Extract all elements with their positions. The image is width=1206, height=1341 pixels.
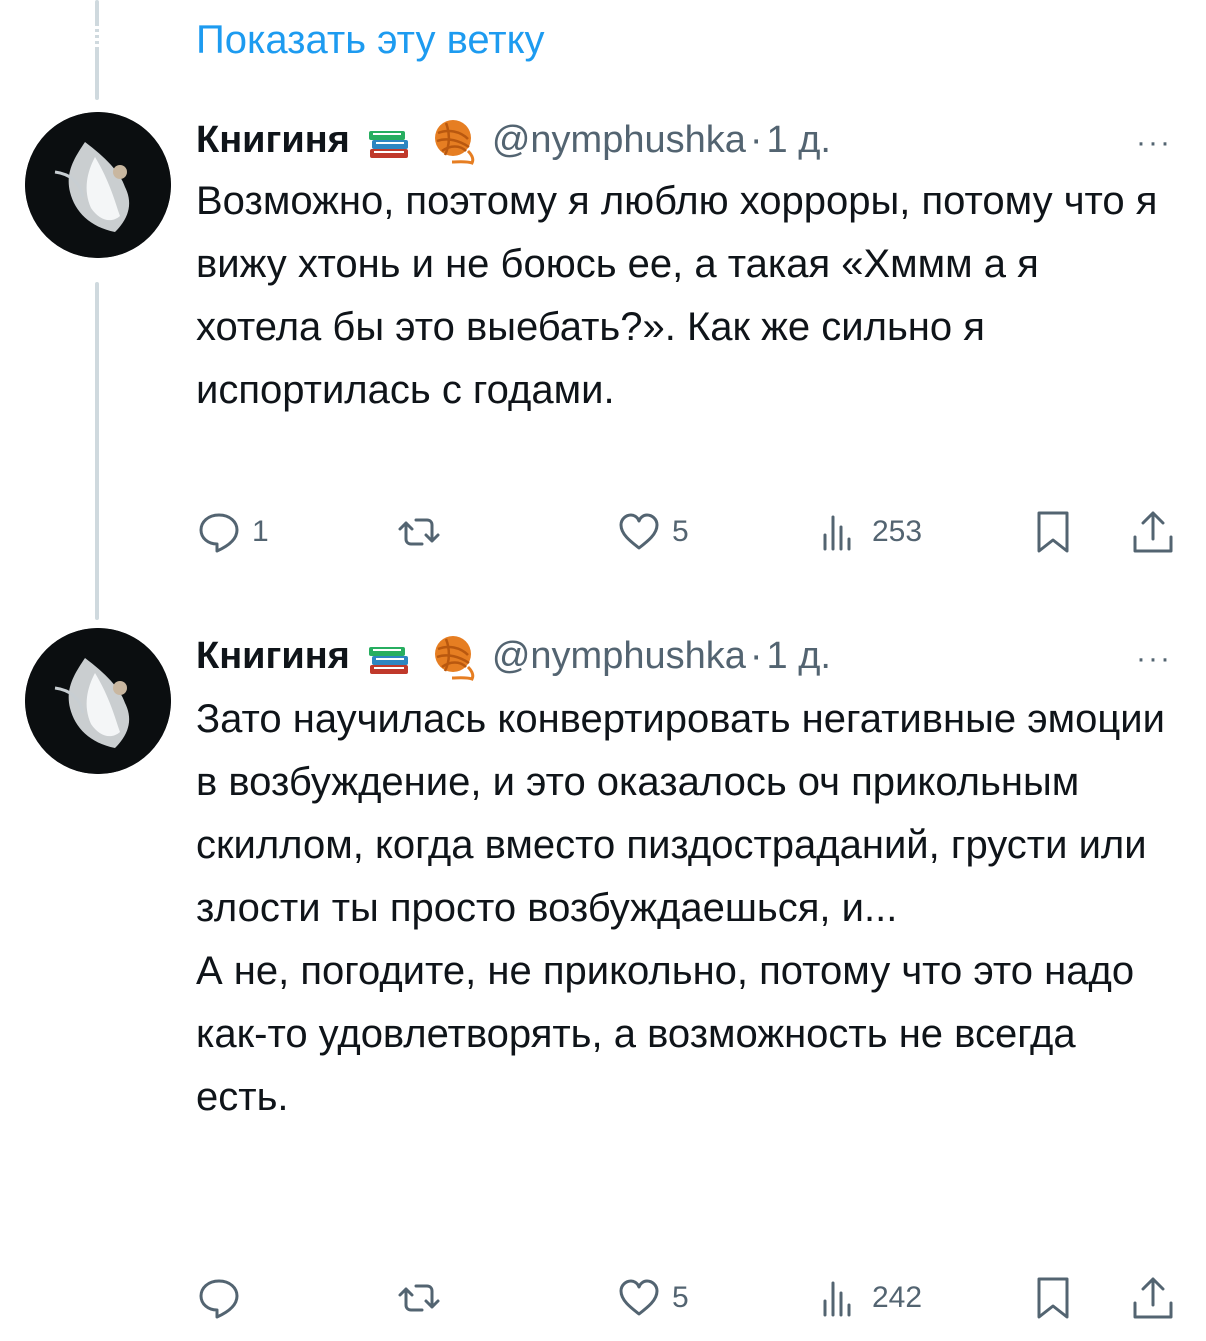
yarn-emoji xyxy=(428,115,478,165)
reply-button[interactable] xyxy=(196,1268,252,1328)
books-emoji xyxy=(364,115,414,165)
more-options-icon[interactable]: ··· xyxy=(1136,126,1172,160)
retweet-button[interactable] xyxy=(396,1268,452,1328)
separator: · xyxy=(749,634,763,677)
tweet-actions: 1 5 253 xyxy=(196,502,1176,562)
thread-connector-line xyxy=(95,0,99,100)
tweet-actions: 5 242 xyxy=(196,1268,1176,1328)
author-name[interactable]: Книгиня xyxy=(196,119,350,162)
bookmark-button[interactable] xyxy=(1030,1268,1076,1328)
heart-icon xyxy=(619,1279,659,1316)
share-icon xyxy=(1133,1277,1173,1319)
avatar[interactable] xyxy=(25,112,171,258)
views-button[interactable]: 242 xyxy=(816,1268,922,1328)
author-handle[interactable]: @nymphushka xyxy=(492,119,746,162)
reply-icon xyxy=(199,1279,239,1319)
bookmark-button[interactable] xyxy=(1030,502,1076,562)
share-button[interactable] xyxy=(1130,502,1176,562)
like-count: 5 xyxy=(672,515,689,548)
author-handle[interactable]: @nymphushka xyxy=(492,635,746,678)
books-emoji xyxy=(364,631,414,681)
thread-gap-dots xyxy=(95,26,99,50)
avatar[interactable] xyxy=(25,628,171,774)
reply-icon xyxy=(199,513,239,553)
avatar-image xyxy=(25,628,171,774)
reply-count: 1 xyxy=(252,515,269,548)
share-icon xyxy=(1133,511,1173,553)
bookmark-icon xyxy=(1037,1277,1069,1319)
like-button[interactable]: 5 xyxy=(616,1268,689,1328)
show-thread-link[interactable]: Показать эту ветку xyxy=(196,14,545,66)
views-count: 242 xyxy=(872,1281,923,1314)
like-button[interactable]: 5 xyxy=(616,502,689,562)
like-count: 5 xyxy=(672,1281,689,1314)
avatar-image xyxy=(25,112,171,258)
tweet-header: Книгиня @nymphushka · 1 д. xyxy=(196,112,831,168)
tweet-time[interactable]: 1 д. xyxy=(767,119,831,162)
yarn-emoji xyxy=(428,631,478,681)
tweet-text: Возможно, поэтому я люблю хорроры, потом… xyxy=(196,179,1158,412)
retweet-icon xyxy=(398,1284,440,1312)
views-icon xyxy=(823,1281,851,1317)
reply-button[interactable]: 1 xyxy=(196,502,269,562)
author-name[interactable]: Книгиня xyxy=(196,635,350,678)
tweet-header: Книгиня @nymphushka · 1 д. xyxy=(196,628,831,684)
views-button[interactable]: 253 xyxy=(816,502,922,562)
tweet-text: Зато научилась конвертировать негативные… xyxy=(196,697,1165,1119)
views-icon xyxy=(823,515,851,551)
more-options-icon[interactable]: ··· xyxy=(1136,642,1172,676)
views-count: 253 xyxy=(872,515,923,548)
bookmark-icon xyxy=(1037,511,1069,553)
retweet-icon xyxy=(398,518,440,546)
tweet-time[interactable]: 1 д. xyxy=(767,635,831,678)
retweet-button[interactable] xyxy=(396,502,452,562)
heart-icon xyxy=(619,513,659,550)
share-button[interactable] xyxy=(1130,1268,1176,1328)
thread-connector-line xyxy=(95,282,99,620)
separator: · xyxy=(749,118,763,161)
